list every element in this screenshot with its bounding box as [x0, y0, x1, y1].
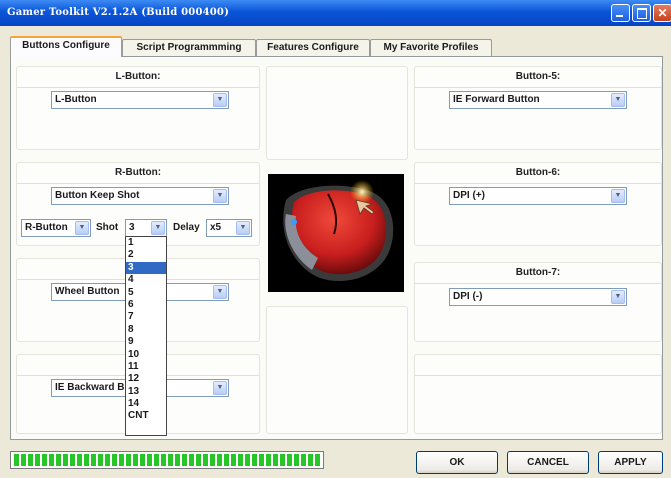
shot-option[interactable]: 6: [126, 299, 166, 311]
l-button-select[interactable]: L-Button ▼: [51, 91, 229, 109]
shot-option[interactable]: 9: [126, 336, 166, 348]
m-button-value: Wheel Button: [55, 286, 120, 297]
group-title-empty: [415, 355, 661, 376]
chevron-down-icon: ▼: [611, 189, 625, 203]
r-button-sub-select[interactable]: R-Button ▼: [21, 219, 91, 237]
button-7-select[interactable]: DPI (-) ▼: [449, 288, 627, 306]
button-6-value: DPI (+): [453, 190, 485, 201]
tab-features-configure[interactable]: Features Configure: [256, 39, 370, 56]
group-title-button-6: Button-6:: [415, 163, 661, 184]
shot-select[interactable]: 3 ▼: [125, 219, 167, 237]
tab-my-favorite-profiles[interactable]: My Favorite Profiles: [370, 39, 492, 56]
chevron-down-icon: ▼: [611, 93, 625, 107]
shot-label: Shot: [96, 222, 119, 233]
progress-bar: [10, 451, 324, 469]
l-button-value: L-Button: [55, 94, 97, 105]
progress-fill: [14, 454, 320, 466]
mouse-image: [268, 174, 404, 292]
delay-value: x5: [210, 222, 222, 233]
r-button-select[interactable]: Button Keep Shot ▼: [51, 187, 229, 205]
tab-buttons-configure[interactable]: Buttons Configure: [10, 36, 122, 57]
chevron-down-icon: ▼: [213, 93, 227, 107]
shot-option[interactable]: 14: [126, 398, 166, 410]
button-6-select[interactable]: DPI (+) ▼: [449, 187, 627, 205]
shot-option[interactable]: 5: [126, 287, 166, 299]
chevron-down-icon: ▼: [213, 285, 227, 299]
group-title-l-button: L-Button:: [17, 67, 259, 88]
maximize-button[interactable]: [632, 4, 651, 22]
tab-script-programming[interactable]: Script Programmming: [122, 39, 256, 56]
mouse-click-glow: [350, 180, 374, 204]
chevron-down-icon: ▼: [151, 221, 165, 235]
ok-button[interactable]: OK: [416, 451, 498, 474]
chevron-down-icon: ▼: [213, 381, 227, 395]
shot-option[interactable]: 4: [126, 274, 166, 286]
shot-option[interactable]: 11: [126, 361, 166, 373]
button-7-value: DPI (-): [453, 291, 483, 302]
shot-value: 3: [129, 222, 135, 233]
minimize-button[interactable]: [611, 4, 630, 22]
shot-option[interactable]: 8: [126, 324, 166, 336]
shot-option[interactable]: CNT: [126, 410, 166, 422]
shot-option[interactable]: 10: [126, 349, 166, 361]
shot-option[interactable]: 13: [126, 386, 166, 398]
group-empty-right: [414, 354, 662, 434]
button-5-value: IE Forward Button: [453, 94, 540, 105]
shot-option[interactable]: 3: [126, 261, 166, 275]
group-title-r-button: R-Button:: [17, 163, 259, 184]
delay-select[interactable]: x5 ▼: [206, 219, 252, 237]
title-bar: Gamer Toolkit V2.1.2A (Build 000400) ✕: [0, 0, 671, 26]
mouse-led: [291, 219, 297, 225]
r-button-value: Button Keep Shot: [55, 190, 140, 201]
cancel-button[interactable]: CANCEL: [507, 451, 589, 474]
chevron-down-icon: ▼: [236, 221, 250, 235]
chevron-down-icon: ▼: [213, 189, 227, 203]
middle-top-panel: [266, 66, 408, 160]
shot-dropdown-list: 1 2 3 4 5 6 7 8 9 10 11 12 13 14 CNT: [125, 236, 167, 436]
close-button[interactable]: ✕: [653, 4, 671, 22]
group-title-button-7: Button-7:: [415, 263, 661, 284]
button-5-select[interactable]: IE Forward Button ▼: [449, 91, 627, 109]
chevron-down-icon: ▼: [75, 221, 89, 235]
chevron-down-icon: ▼: [611, 290, 625, 304]
delay-label: Delay: [173, 222, 200, 233]
shot-option[interactable]: 7: [126, 311, 166, 323]
close-icon: ✕: [657, 6, 668, 20]
r-button-sub-value: R-Button: [25, 222, 68, 233]
middle-bottom-panel: [266, 306, 408, 434]
group-title-button-5: Button-5:: [415, 67, 661, 88]
shot-option[interactable]: 1: [126, 237, 166, 249]
window-title: Gamer Toolkit V2.1.2A (Build 000400): [7, 7, 230, 18]
shot-option[interactable]: 12: [126, 373, 166, 385]
apply-button[interactable]: APPLY: [598, 451, 663, 474]
shot-option[interactable]: 2: [126, 249, 166, 261]
button-4-value: IE Backward B: [55, 382, 125, 393]
